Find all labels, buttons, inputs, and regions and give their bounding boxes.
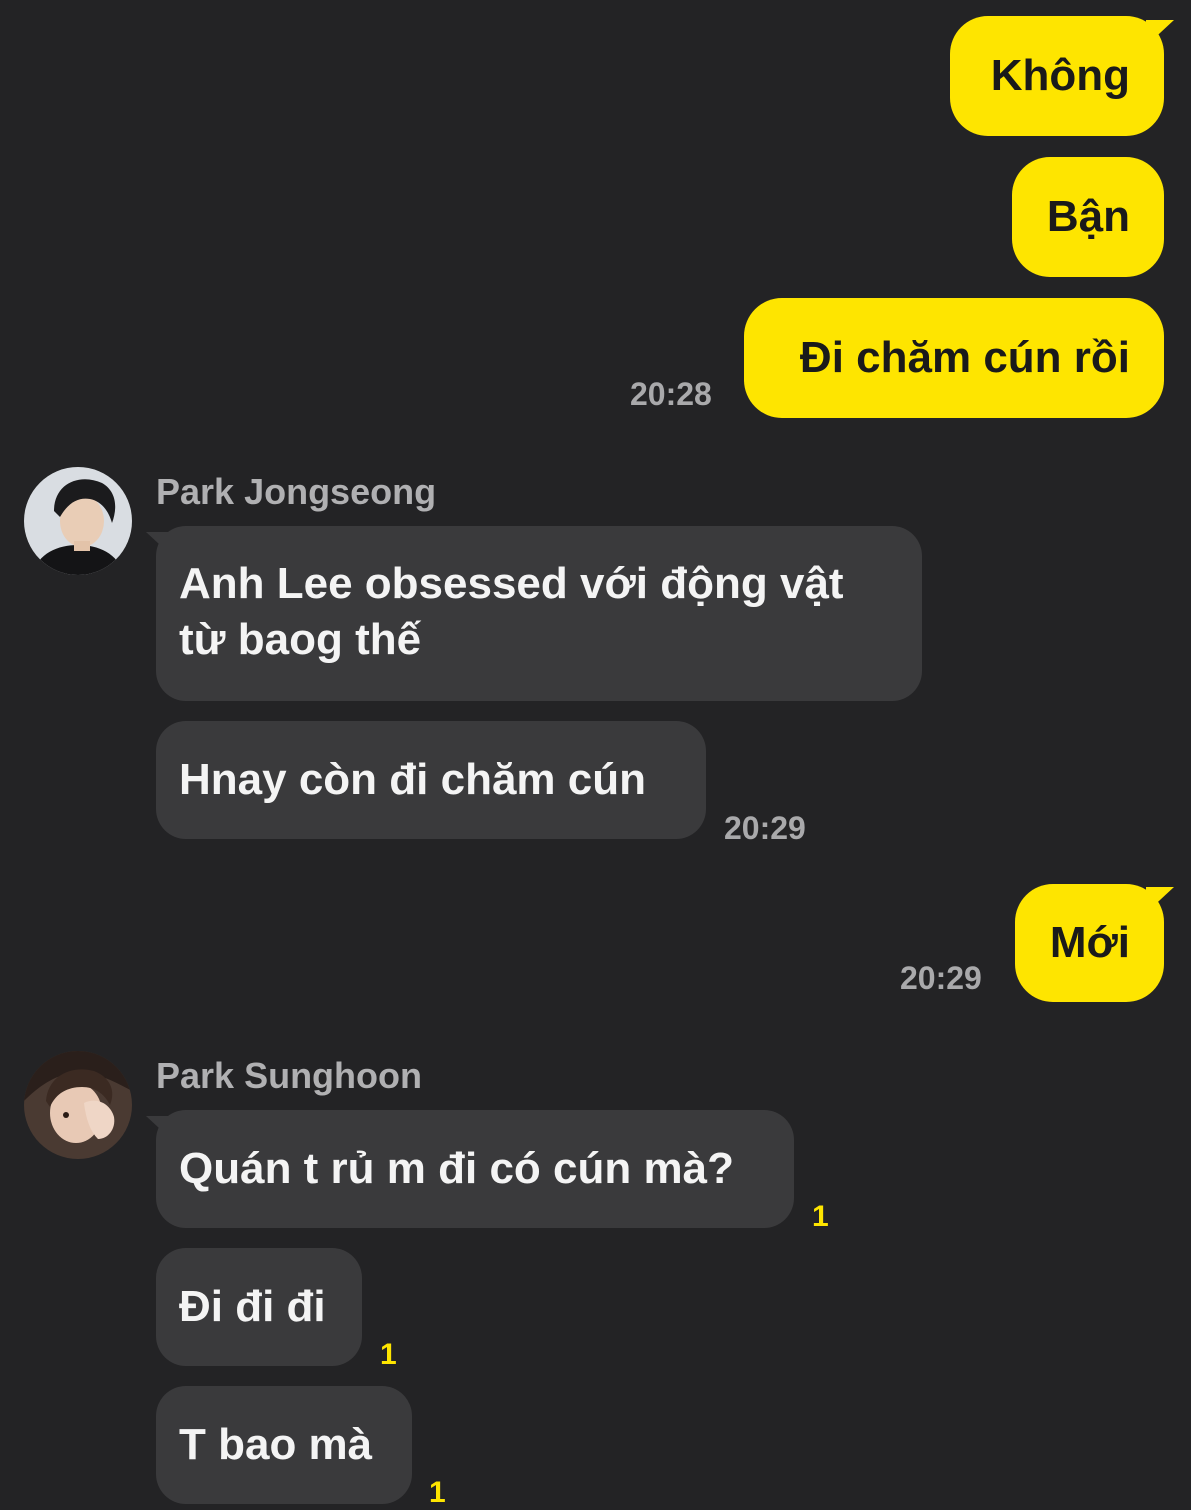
outgoing-message-bubble[interactable]: Đi chăm cún rồi [744,298,1164,418]
message-line: từ baog thế [179,615,422,664]
bubble-tail [146,532,172,556]
incoming-message-bubble[interactable]: Đi đi đi [156,1248,362,1366]
unread-count: 1 [380,1338,397,1371]
avatar[interactable] [24,467,132,575]
bubble-tail [1146,887,1174,913]
message-timestamp: 20:29 [900,960,982,996]
incoming-message-bubble[interactable]: Anh Lee obsessed với động vật từ baog th… [156,526,922,701]
message-line: Anh Lee obsessed với động vật [179,559,844,608]
unread-count: 1 [812,1200,829,1233]
unread-count: 1 [429,1476,446,1509]
avatar[interactable] [24,1051,132,1159]
message-timestamp: 20:28 [630,376,712,412]
outgoing-message-bubble[interactable]: Mới [1015,884,1164,1002]
bubble-tail [146,1116,172,1140]
sender-name: Park Sunghoon [156,1055,423,1096]
incoming-message-bubble[interactable]: T bao mà [156,1386,412,1504]
chat-message-list[interactable]: Không Bận Đi chăm cún rồi 20:28 Park Jon… [0,0,1191,1510]
incoming-message-bubble[interactable]: Quán t rủ m đi có cún mà? [156,1110,794,1228]
bubble-tail [1146,20,1174,46]
incoming-message-bubble[interactable]: Hnay còn đi chăm cún [156,721,706,839]
message-timestamp: 20:29 [724,810,806,846]
outgoing-message-bubble[interactable]: Bận [1012,157,1164,277]
avatar-jongseong-image [24,467,132,575]
sender-name: Park Jongseong [156,471,437,512]
outgoing-message-bubble[interactable]: Không [950,16,1164,136]
avatar-sunghoon-image [24,1051,132,1159]
